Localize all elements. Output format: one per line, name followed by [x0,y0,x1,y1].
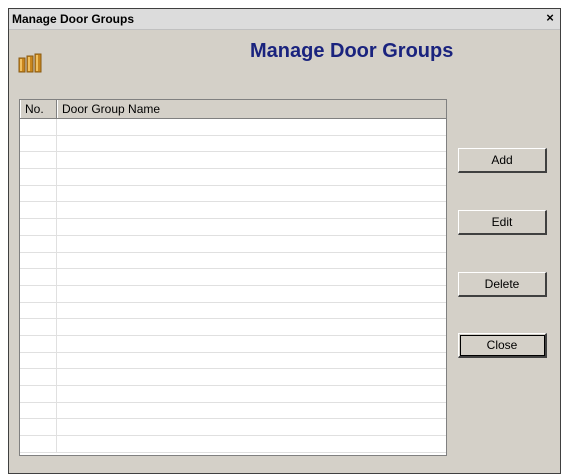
table-row[interactable] [20,419,446,437]
door-group-icon [18,53,42,73]
table-row[interactable] [20,285,446,303]
column-header-no[interactable]: No. [20,100,57,118]
table-row[interactable] [20,169,446,186]
table-row[interactable] [20,386,446,403]
window-title: Manage Door Groups [12,12,135,26]
table-row[interactable] [20,352,446,370]
table-row[interactable] [20,202,446,220]
add-button[interactable]: Add [458,148,547,173]
table-row[interactable] [20,135,446,153]
table-row[interactable] [20,402,446,420]
table-row[interactable] [20,436,446,453]
table-row[interactable] [20,185,446,203]
column-header-door-group-name[interactable]: Door Group Name [57,100,446,118]
table-row[interactable] [20,235,446,253]
table-header: No. Door Group Name [20,100,446,119]
table-row[interactable] [20,302,446,320]
door-group-table[interactable]: No. Door Group Name [19,99,447,456]
table-row[interactable] [20,219,446,236]
table-row[interactable] [20,319,446,336]
page-heading: Manage Door Groups [250,40,454,62]
table-body [20,119,446,455]
table-row[interactable] [20,369,446,386]
title-bar: Manage Door Groups × [9,9,560,30]
table-row[interactable] [20,119,446,136]
table-row[interactable] [20,335,446,353]
table-row[interactable] [20,269,446,286]
table-row[interactable] [20,152,446,170]
table-row[interactable] [20,252,446,270]
close-icon[interactable]: × [543,11,557,25]
edit-button[interactable]: Edit [458,210,547,235]
close-button[interactable]: Close [458,333,547,358]
delete-button[interactable]: Delete [458,272,547,297]
